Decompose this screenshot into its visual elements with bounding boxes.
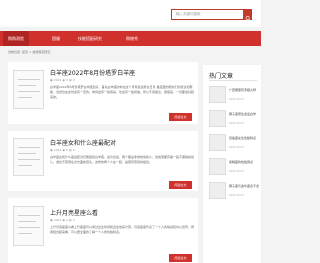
post-date: 2022: [53, 218, 62, 222]
main-nav: 购购测验 国服 技能搭配研究 购物秀: [0, 31, 261, 46]
sidebar-article-date: 2022-08-03: [229, 122, 244, 125]
post-excerpt: 上升月亮星座么看上升星座可以通过出生时间和出生地来计算，月亮星座代表了一个人的情…: [50, 225, 195, 234]
eye-icon: ◉: [62, 218, 66, 222]
comment-icon: ▤: [68, 148, 72, 152]
post-views: 0: [66, 78, 68, 82]
search-button[interactable]: [244, 9, 252, 21]
post-excerpt: 白羊座女和什么座最配对巨蟹座和白羊座，最为合适，两个都是非常热情的人，性格里都有…: [50, 155, 195, 164]
post-card: 白羊座女和什么座最配对 ▣ 2022 ◉ 0 ▤ 0 白羊座女和什么座最配对巨蟹…: [8, 131, 198, 191]
sidebar-article-title[interactable]: 摩羯座的性格弱点: [229, 160, 259, 164]
post-views: 0: [66, 148, 68, 152]
post-card: 白羊座2022年8月份塔罗白羊座 ▣ 2022 ◉ 0 ▤ 0 白羊座2022年…: [8, 62, 198, 124]
sidebar-article-date: 2022-08-03: [229, 146, 244, 149]
post-meta: ▣ 2022 ◉ 0 ▤ 0: [50, 218, 75, 222]
sidebar-article-title[interactable]: 狮子座与金牛座合不合: [229, 184, 259, 188]
eye-icon: ◉: [62, 148, 66, 152]
sidebar-article-title[interactable]: 双鱼座女生性格特点: [229, 136, 259, 140]
post-thumbnail[interactable]: [13, 138, 44, 176]
post-meta: ▣ 2022 ◉ 0 ▤ 0: [50, 148, 75, 152]
sidebar-article-title[interactable]: 狮子座男生会爱白羊: [229, 112, 259, 116]
nav-item-national[interactable]: 国服: [52, 31, 60, 46]
read-more-button[interactable]: 阅读全文: [169, 181, 192, 189]
post-meta: ▣ 2022 ◉ 0 ▤ 0: [50, 78, 75, 82]
article-thumbnail: [209, 134, 226, 151]
post-title[interactable]: 白羊座女和什么座最配对: [50, 138, 116, 147]
read-more-button[interactable]: 阅读全文: [169, 113, 192, 121]
post-thumbnail[interactable]: [13, 70, 44, 109]
breadcrumb: 当前位置: 首页 > 技能搭配研究: [8, 50, 51, 54]
post-comments: 0: [72, 218, 75, 222]
calendar-icon: ▣: [50, 218, 53, 222]
comment-icon: ▤: [68, 78, 72, 82]
post-views: 0: [66, 218, 68, 222]
sidebar-article-date: 2022-08-03: [229, 194, 244, 197]
search-input[interactable]: 输入关键词搜索: [171, 9, 244, 20]
post-comments: 0: [72, 78, 75, 82]
post-card: 上升月亮星座么看 ▣ 2022 ◉ 0 ▤ 0 上升月亮星座么看上升星座可以通过…: [8, 198, 198, 263]
post-date: 2022: [53, 78, 62, 82]
read-more-button[interactable]: 阅读全文: [169, 254, 192, 262]
eye-icon: ◉: [62, 78, 66, 82]
sidebar-article-date: 2022-08-03: [229, 170, 244, 173]
sidebar-article[interactable]: 摩羯座的性格弱点 2022-08-03: [209, 158, 259, 178]
nav-item-home[interactable]: 购购测验: [3, 31, 29, 46]
calendar-icon: ▣: [50, 148, 53, 152]
article-thumbnail: [209, 110, 226, 127]
post-excerpt: 白羊座2022年8月份塔罗白羊座您好，首先白羊座的你在这个月有些运势在日月 星座…: [50, 85, 195, 99]
sidebar-article[interactable]: 狮子座男生会爱白羊 2022-08-03: [209, 110, 259, 130]
post-thumbnail[interactable]: [13, 206, 44, 246]
comment-icon: ▤: [68, 218, 72, 222]
divider: [209, 80, 257, 81]
top-header: 输入关键词搜索: [0, 0, 261, 27]
sidebar-hot-articles: 热门文章 广西哪里有手相大师 2022-08-03 狮子座男生会爱白羊 2022…: [203, 65, 261, 263]
post-title[interactable]: 白羊座2022年8月份塔罗白羊座: [50, 68, 135, 77]
sidebar-article-date: 2022-08-03: [229, 98, 244, 101]
calendar-icon: ▣: [50, 78, 53, 82]
post-comments: 0: [72, 148, 75, 152]
post-date: 2022: [53, 148, 62, 152]
post-title[interactable]: 上升月亮星座么看: [50, 208, 98, 217]
article-thumbnail: [209, 86, 226, 103]
sidebar-article-title[interactable]: 广西哪里有手相大师: [229, 88, 259, 92]
article-thumbnail: [209, 182, 226, 199]
search-icon: [245, 16, 251, 21]
sidebar-article[interactable]: 广西哪里有手相大师 2022-08-03: [209, 86, 259, 106]
nav-item-shopping[interactable]: 购物秀: [126, 31, 138, 46]
sidebar-article[interactable]: 狮子座与金牛座合不合 2022-08-03: [209, 182, 259, 202]
article-thumbnail: [209, 158, 226, 175]
sidebar-article[interactable]: 双鱼座女生性格特点 2022-08-03: [209, 134, 259, 154]
sidebar-title: 热门文章: [209, 73, 234, 80]
nav-item-skills[interactable]: 技能搭配研究: [78, 31, 102, 46]
